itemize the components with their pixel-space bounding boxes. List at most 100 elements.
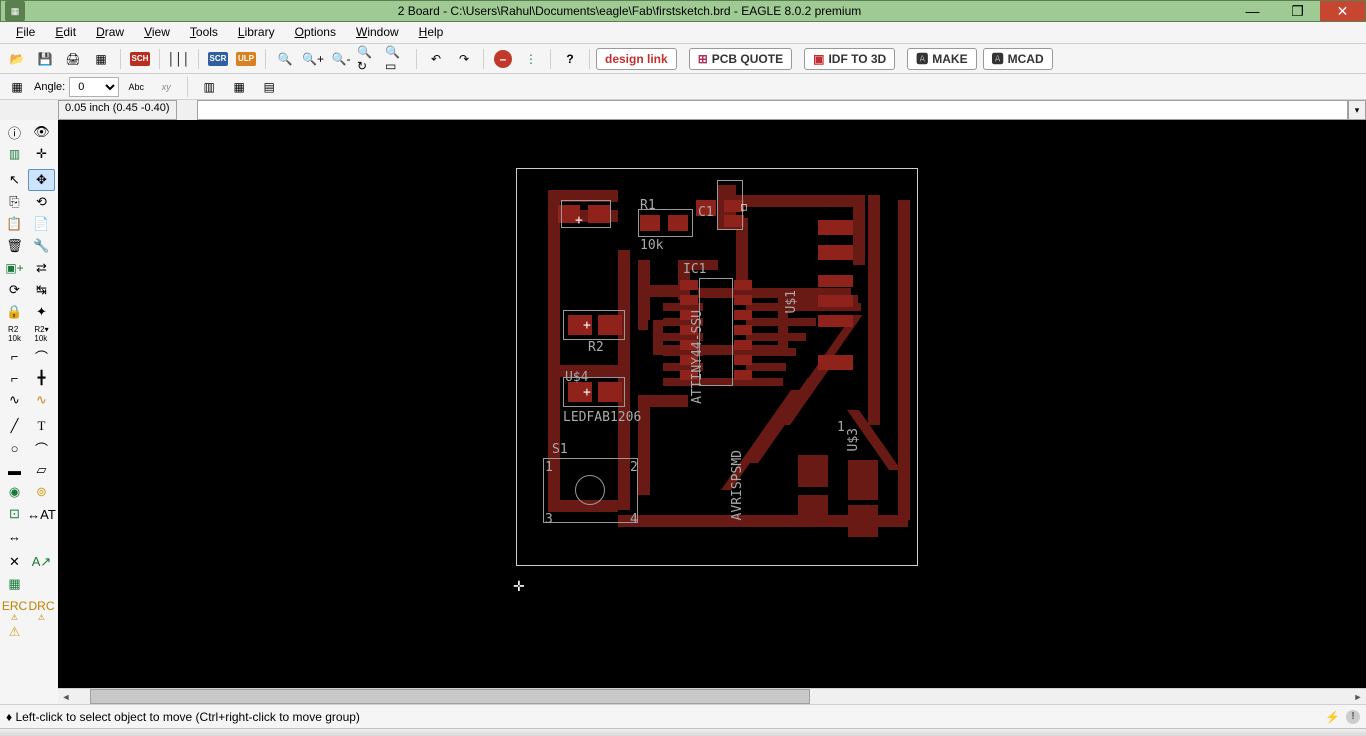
- rect-icon[interactable]: ▬: [1, 459, 28, 481]
- hscrollbar[interactable]: ◄ ►: [58, 688, 1366, 704]
- drc-button[interactable]: DRC⚠: [28, 599, 55, 621]
- menu-library[interactable]: Library: [228, 22, 285, 43]
- layout3-icon[interactable]: ▤: [256, 76, 282, 98]
- delete-icon[interactable]: 🗑: [1, 235, 28, 257]
- wire-icon[interactable]: ∿: [1, 389, 28, 411]
- gateswap-icon[interactable]: ↹: [28, 279, 55, 301]
- copy-icon[interactable]: ⎘: [1, 191, 28, 213]
- make-button[interactable]: 🅰 MAKE: [907, 48, 976, 70]
- ulp-button[interactable]: ULP: [233, 48, 259, 70]
- save-icon[interactable]: 💾: [32, 48, 58, 70]
- ratsnest-icon[interactable]: ✕: [1, 551, 28, 573]
- dimension-icon[interactable]: ↔AT: [28, 503, 55, 525]
- bolt-icon[interactable]: ⚡: [1325, 710, 1340, 724]
- mcad-button[interactable]: 🅰 MCAD: [983, 48, 1053, 70]
- label-s1-1: 1: [545, 460, 553, 475]
- pcbquote-button[interactable]: ⊞ PCB QUOTE: [689, 48, 792, 70]
- grid-icon[interactable]: ▦: [4, 76, 30, 98]
- replace-icon[interactable]: ⟳: [1, 279, 28, 301]
- scroll-left-icon[interactable]: ◄: [58, 689, 74, 704]
- pcb-canvas[interactable]: ✛: [58, 120, 1366, 688]
- zoom-redraw-icon[interactable]: 🔍↻: [356, 48, 382, 70]
- lock-icon[interactable]: 🔒: [1, 301, 28, 323]
- wrench-icon[interactable]: 🔧: [28, 235, 55, 257]
- errors-icon[interactable]: ⚠: [1, 621, 28, 643]
- cmd-dropdown-icon[interactable]: ▾: [1348, 100, 1366, 120]
- mirror-icon[interactable]: ⟲: [28, 191, 55, 213]
- value-icon[interactable]: R2▾10k: [28, 323, 55, 345]
- show-icon[interactable]: 👁: [28, 121, 55, 143]
- ripup-icon[interactable]: ╋: [28, 367, 55, 389]
- rotate-icon[interactable]: 📋: [1, 213, 28, 235]
- minimize-button[interactable]: —: [1230, 1, 1275, 21]
- help-icon[interactable]: ?: [557, 48, 583, 70]
- paste-icon[interactable]: 📄: [28, 213, 55, 235]
- status-alert-icon[interactable]: !: [1346, 710, 1360, 724]
- miter-icon[interactable]: ⌐: [1, 345, 28, 367]
- polygon-icon[interactable]: ▱: [28, 459, 55, 481]
- os-taskbar: [0, 728, 1366, 736]
- select-icon[interactable]: ↖: [1, 169, 28, 191]
- erc-button[interactable]: ERC⚠: [1, 599, 28, 621]
- autoroute-icon[interactable]: A↗: [28, 551, 55, 573]
- label-one: 1: [837, 420, 845, 435]
- menu-view[interactable]: View: [134, 22, 180, 43]
- designlink-button[interactable]: design link: [596, 48, 677, 70]
- redo-icon[interactable]: ↷: [451, 48, 477, 70]
- menu-window[interactable]: Window: [346, 22, 409, 43]
- stop-icon[interactable]: –: [490, 48, 516, 70]
- split-icon[interactable]: ⌒: [28, 345, 55, 367]
- layers-icon[interactable]: ▥: [1, 143, 28, 165]
- menu-options[interactable]: Options: [285, 22, 346, 43]
- route-icon[interactable]: ⌐: [1, 367, 28, 389]
- name-icon[interactable]: R210k: [1, 323, 28, 345]
- signal-icon[interactable]: ∿: [28, 389, 55, 411]
- print-icon[interactable]: 🖨: [60, 48, 86, 70]
- zoom-select-icon[interactable]: 🔍▭: [384, 48, 410, 70]
- hole-icon[interactable]: ⊚: [28, 481, 55, 503]
- fanout-icon[interactable]: ▦: [1, 573, 28, 595]
- angle-select[interactable]: 0: [69, 77, 119, 97]
- maximize-button[interactable]: ❐: [1275, 1, 1320, 21]
- undo-icon[interactable]: ↶: [423, 48, 449, 70]
- zoom-in-icon[interactable]: 🔍+: [300, 48, 326, 70]
- abc-button[interactable]: Abc: [123, 76, 149, 98]
- menu-tools[interactable]: Tools: [180, 22, 228, 43]
- scroll-thumb[interactable]: [90, 689, 810, 704]
- add-icon[interactable]: ▣+: [1, 257, 28, 279]
- via-icon[interactable]: ◉: [1, 481, 28, 503]
- main-toolbar: 📂 💾 🖨 ▦ SCH │││ SCR ULP 🔍 🔍+ 🔍- 🔍↻ 🔍▭ ↶ …: [0, 44, 1366, 74]
- menu-draw[interactable]: Draw: [86, 22, 134, 43]
- mark-icon[interactable]: ✛: [28, 143, 55, 165]
- scroll-right-icon[interactable]: ►: [1350, 689, 1366, 704]
- sch-brd-switch[interactable]: SCH: [127, 48, 153, 70]
- meander-icon[interactable]: ↔: [1, 525, 28, 547]
- smash-icon[interactable]: ✦: [28, 301, 55, 323]
- menu-file[interactable]: File: [6, 22, 45, 43]
- menu-help[interactable]: Help: [409, 22, 454, 43]
- info-icon[interactable]: ⓘ: [1, 121, 28, 143]
- scr-button[interactable]: SCR: [205, 48, 231, 70]
- arc-icon[interactable]: ⌒: [28, 437, 55, 459]
- idf3d-button[interactable]: ▣ IDF TO 3D: [804, 48, 895, 70]
- xy-button[interactable]: xy: [153, 76, 179, 98]
- open-icon[interactable]: 📂: [4, 48, 30, 70]
- zoom-out-icon[interactable]: 🔍-: [328, 48, 354, 70]
- go-icon[interactable]: ⋮: [518, 48, 544, 70]
- menu-edit[interactable]: Edit: [45, 22, 86, 43]
- cam-icon[interactable]: ▦: [88, 48, 114, 70]
- command-input[interactable]: [197, 100, 1348, 120]
- layout1-icon[interactable]: ▥: [196, 76, 222, 98]
- layout2-icon[interactable]: ▦: [226, 76, 252, 98]
- zoom-fit-icon[interactable]: 🔍: [272, 48, 298, 70]
- attrib-icon[interactable]: ⊡: [1, 503, 28, 525]
- close-button[interactable]: ✕: [1320, 1, 1365, 21]
- move-icon[interactable]: ✥: [28, 169, 55, 191]
- manufacturing-icon[interactable]: │││: [166, 48, 192, 70]
- line-icon[interactable]: ╱: [1, 415, 28, 437]
- text-icon[interactable]: T: [28, 415, 55, 437]
- coord-bar: 0.05 inch (0.45 -0.40) ▾: [0, 100, 1366, 120]
- circle-icon[interactable]: ○: [1, 437, 28, 459]
- pinswap-icon[interactable]: ⇄: [28, 257, 55, 279]
- empty3: [28, 621, 55, 643]
